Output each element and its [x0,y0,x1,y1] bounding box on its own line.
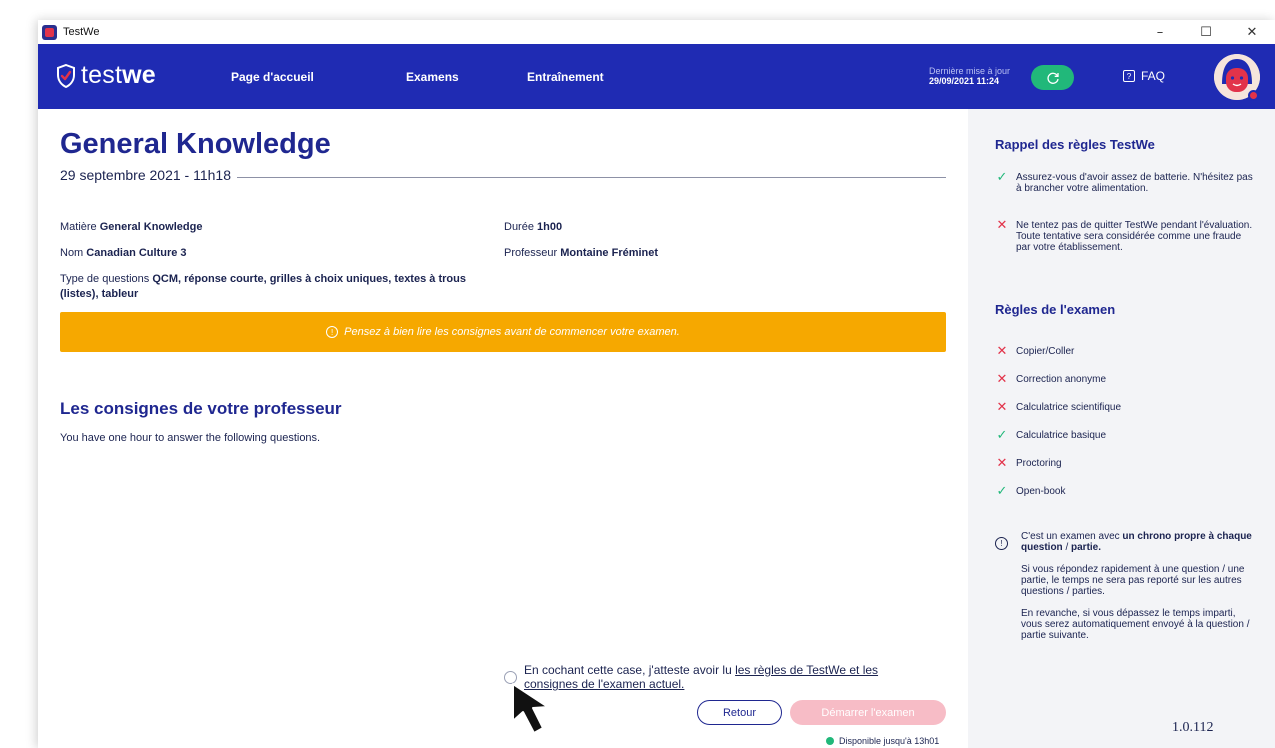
window-title: TestWe [63,26,100,38]
info-icon: ! [326,326,339,338]
testwe-logo[interactable]: testwe [56,61,156,90]
cross-icon: ✕ [996,372,1008,387]
faq-label: FAQ [1141,69,1166,83]
consent-row: En cochant cette case, j'atteste avoir l… [504,663,919,691]
exam-rule-item: ✕ Copier/Coller [996,344,1075,359]
last-update: Dernière mise à jour 29/09/2021 11:24 [929,66,1010,86]
exam-rule-item: ✕ Correction anonyme [996,372,1107,387]
consent-text: En cochant cette case, j'atteste avoir l… [524,663,879,691]
exam-date: 29 septembre 2021 - 11h18 [60,167,237,183]
cross-icon: ✕ [996,344,1008,359]
mouse-cursor-icon [512,683,549,734]
timer-info: ! C'est un examen avec un chrono propre … [995,531,1253,652]
question-types-field: Type de questions QCM, réponse courte, g… [60,273,466,300]
app-version: 1.0.112 [1172,720,1214,735]
instructions-text: You have one hour to answer the followin… [60,432,321,444]
testwe-app-icon [42,24,57,40]
maximize-icon[interactable]: ☐ [1183,20,1229,44]
status-dot [826,737,834,745]
exam-rule-item: ✕ Proctoring [996,456,1062,471]
rule-item: ✓ Assurez-vous d'avoir assez de batterie… [996,170,1253,194]
exam-rule-item: ✓ Open-book [996,484,1066,499]
check-icon: ✓ [996,170,1008,185]
page-title: General Knowledge [60,128,331,160]
availability-text: Disponible jusqu'à 13h01 [839,736,940,746]
start-exam-button[interactable]: Démarrer l'examen [790,700,946,725]
shield-check-icon [57,63,75,88]
info-icon: ! [995,537,1008,550]
exam-details: General Knowledge 29 septembre 2021 - 11… [38,109,968,748]
nav-exams[interactable]: Examens [406,70,459,84]
window-controls: – ☐ ✕ [1137,20,1275,44]
exam-rule-item: ✕ Calculatrice scientifique [996,400,1122,415]
close-icon[interactable]: ✕ [1229,20,1275,44]
rule-item: ✕ Ne tentez pas de quitter TestWe pendan… [996,218,1253,253]
app-window: TestWe – ☐ ✕ testwe Page d'accueil Exame… [38,20,1275,748]
cross-icon: ✕ [996,456,1008,471]
title-bar: TestWe – ☐ ✕ [38,20,1275,44]
availability-status: Disponible jusqu'à 13h01 [826,736,939,746]
rules-sidebar: Rappel des règles TestWe ✓ Assurez-vous … [968,109,1275,748]
name-field: Nom Canadian Culture 3 [60,247,187,259]
back-button[interactable]: Retour [697,700,782,725]
nav-home[interactable]: Page d'accueil [231,70,314,84]
subject-field: Matière General Knowledge [60,221,203,233]
cross-icon: ✕ [996,218,1008,233]
exam-rules-title: Règles de l'examen [995,302,1116,317]
cross-icon: ✕ [996,400,1008,415]
help-icon: ? [1123,70,1135,82]
refresh-icon [1046,72,1059,84]
exam-rule-item: ✓ Calculatrice basique [996,428,1107,443]
rules-title: Rappel des règles TestWe [995,137,1155,152]
minimize-icon[interactable]: – [1137,20,1183,44]
timer-info-text: C'est un examen avec un chrono propre à … [1021,531,1252,641]
nav-training[interactable]: Entraînement [527,70,604,84]
last-update-value: 29/09/2021 11:24 [929,76,1000,86]
duration-field: Durée 1h00 [504,221,563,233]
instructions-alert: ! Pensez à bien lire les consignes avant… [60,312,946,352]
top-navbar: testwe Page d'accueil Examens Entraîneme… [38,44,1275,109]
last-update-label: Dernière mise à jour [929,66,1011,76]
notification-dot [1248,90,1259,101]
alert-text: Pensez à bien lire les consignes avant d… [344,326,680,338]
teacher-field: Professeur Montaine Fréminet [504,247,659,259]
faq-link[interactable]: ? FAQ [1123,69,1165,83]
logo-text: testwe [81,61,156,89]
check-icon: ✓ [996,428,1008,443]
instructions-title: Les consignes de votre professeur [60,399,342,418]
sync-button[interactable] [1031,65,1074,90]
check-icon: ✓ [996,484,1008,499]
